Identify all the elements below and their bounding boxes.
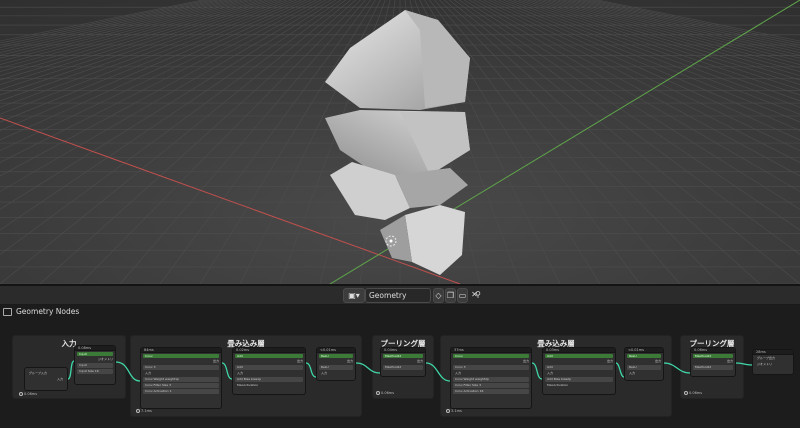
input-socket-label: 入力 xyxy=(321,371,328,375)
conv-activation-field[interactable]: Conv Activation 16 xyxy=(453,389,529,394)
output-socket-label: 出力 xyxy=(654,359,661,363)
output-socket-label: 出力 xyxy=(522,359,529,363)
node-title: グループ入力 xyxy=(29,371,47,375)
input-dropdown[interactable]: Input xyxy=(77,363,113,368)
node-time: 84ms xyxy=(141,348,221,353)
node-group-name-field[interactable]: Geometry Nodes xyxy=(365,288,431,313)
clock-icon xyxy=(684,391,688,395)
pin-icon[interactable]: ⚲ xyxy=(472,288,484,303)
clock-icon xyxy=(19,392,23,396)
conv-dropdown[interactable]: Conv 3 xyxy=(453,365,529,370)
node-type-bar: Add xyxy=(545,354,613,358)
node-editor-canvas[interactable]: Geometry Nodes 入力 0.06ms 畳み込み層 7.1ms プーリ… xyxy=(0,305,800,428)
conv-node-1[interactable]: 84ms Conv 出力 Conv 3 入力 Conv Weight weigh… xyxy=(140,347,222,409)
frame-time: 0.06ms xyxy=(19,392,37,396)
group-output-node[interactable]: 28ms グループ出力 ジオメトリ xyxy=(752,349,794,375)
breadcrumb: Geometry Nodes xyxy=(3,307,79,316)
node-tree-icon xyxy=(3,307,12,316)
maxpool-dropdown[interactable]: MaxPool2d xyxy=(383,365,423,370)
output-socket-label: 出力 xyxy=(606,359,613,363)
conv-weight-field[interactable]: Conv Weight weight2p xyxy=(453,377,529,382)
node-time: 0.08ms xyxy=(75,346,115,351)
max-activation-label: MaxActivation xyxy=(237,383,259,387)
maxpool-node-1[interactable]: 0.04ms MaxPool2d 出力 MaxPool2d xyxy=(380,347,426,377)
input-socket-label: 入力 xyxy=(629,371,636,375)
node-editor-header: ▣▾ Geometry Nodes ◇ ❐ ▭ ✕ xyxy=(0,286,800,313)
max-activation-label: MaxActivation xyxy=(547,383,569,387)
add-bias-field[interactable]: Add Bias bias1p xyxy=(235,377,303,382)
clock-icon xyxy=(376,391,380,395)
output-socket-label: 出力 xyxy=(346,359,353,363)
input-socket-label: 入力 xyxy=(145,371,152,375)
input-socket-label: 入力 xyxy=(455,371,462,375)
frame-time: 0.06ms xyxy=(376,391,394,395)
node-type-bar: Add xyxy=(235,354,303,358)
output-socket-label: ジオメトリ xyxy=(97,357,113,361)
output-socket-label: 入力 xyxy=(56,377,63,381)
relu-dropdown[interactable]: ReLU xyxy=(627,365,661,370)
frame-time: 0.06ms xyxy=(684,391,702,395)
node-time: 37ms xyxy=(451,348,531,353)
clock-icon xyxy=(446,409,450,413)
node-time: 0.02ms xyxy=(233,348,305,353)
conv-activation-field[interactable]: Conv Activation 1 xyxy=(143,389,219,394)
add-dropdown[interactable]: Add xyxy=(235,365,303,370)
relu-node-2[interactable]: <0.01ms ReLU 出力 ReLU 入力 xyxy=(624,347,664,381)
conv-filter-size-field[interactable]: Conv Filter Size 3 xyxy=(143,383,219,388)
relu-dropdown[interactable]: ReLU xyxy=(319,365,353,370)
conv-weight-field[interactable]: Conv Weight weight1p xyxy=(143,377,219,382)
node-type-bar: ReLU xyxy=(627,354,661,358)
fake-user-shield-icon[interactable]: ◇ xyxy=(433,288,444,303)
add-dropdown[interactable]: Add xyxy=(545,365,613,370)
duplicate-icon[interactable]: ❐ xyxy=(445,288,456,303)
node-time: <0.01ms xyxy=(317,348,355,353)
conv-dropdown[interactable]: Conv 3 xyxy=(143,365,219,370)
input-size-field[interactable]: Input Size 16 xyxy=(77,369,113,374)
conv-node-2[interactable]: 37ms Conv 出力 Conv 3 入力 Conv Weight weigh… xyxy=(450,347,532,409)
maxpool-node-2[interactable]: 0.06ms MaxPool2d 出力 MaxPool2d xyxy=(690,347,736,377)
node-type-bar: Conv xyxy=(143,354,219,358)
node-type-bar: MaxPool2d xyxy=(383,354,423,358)
node-time: 0.06ms xyxy=(691,348,735,353)
conv-filter-size-field[interactable]: Conv Filter Size 3 xyxy=(453,383,529,388)
input-socket-label: ジオメトリ xyxy=(757,362,773,366)
node-tree-icon: ▣▾ xyxy=(348,291,360,300)
relu-node-1[interactable]: <0.01ms ReLU 出力 ReLU 入力 xyxy=(316,347,356,381)
add-bias-field[interactable]: Add Bias bias2p xyxy=(545,377,613,382)
input-node[interactable]: 0.08ms Input ジオメトリ Input Input Size 16 xyxy=(74,345,116,385)
input-socket-label: 入力 xyxy=(547,371,554,375)
viewport-scene[interactable] xyxy=(0,0,800,284)
node-type-bar: Conv xyxy=(453,354,529,358)
node-time: 0.03ms xyxy=(543,348,615,353)
3d-viewport[interactable] xyxy=(0,0,800,284)
new-data-icon[interactable]: ▭ xyxy=(457,288,468,303)
node-type-bar: Input xyxy=(77,352,113,356)
node-time: 0.04ms xyxy=(381,348,425,353)
node-tree-type-dropdown[interactable]: ▣▾ xyxy=(343,288,365,303)
output-socket-label: 出力 xyxy=(212,359,219,363)
add-node-2[interactable]: 0.03ms Add 出力 Add 入力 Add Bias bias2p Max… xyxy=(542,347,616,395)
node-time: <0.01ms xyxy=(625,348,663,353)
group-input-node[interactable]: グループ入力 入力 xyxy=(24,367,68,391)
node-type-bar: MaxPool2d xyxy=(693,354,733,358)
output-socket-label: 出力 xyxy=(726,359,733,363)
input-socket-label: 入力 xyxy=(237,371,244,375)
frame-time: 7.1ms xyxy=(136,409,152,413)
output-socket-label: 出力 xyxy=(296,359,303,363)
breadcrumb-label: Geometry Nodes xyxy=(16,307,80,316)
frame-time: 3.1ms xyxy=(446,409,462,413)
node-title: グループ出力 xyxy=(757,356,775,360)
maxpool-dropdown[interactable]: MaxPool2d xyxy=(693,365,733,370)
node-time: 28ms xyxy=(753,350,793,355)
clock-icon xyxy=(136,409,140,413)
output-socket-label: 出力 xyxy=(416,359,423,363)
node-type-bar: ReLU xyxy=(319,354,353,358)
add-node-1[interactable]: 0.02ms Add 出力 Add 入力 Add Bias bias1p Max… xyxy=(232,347,306,395)
